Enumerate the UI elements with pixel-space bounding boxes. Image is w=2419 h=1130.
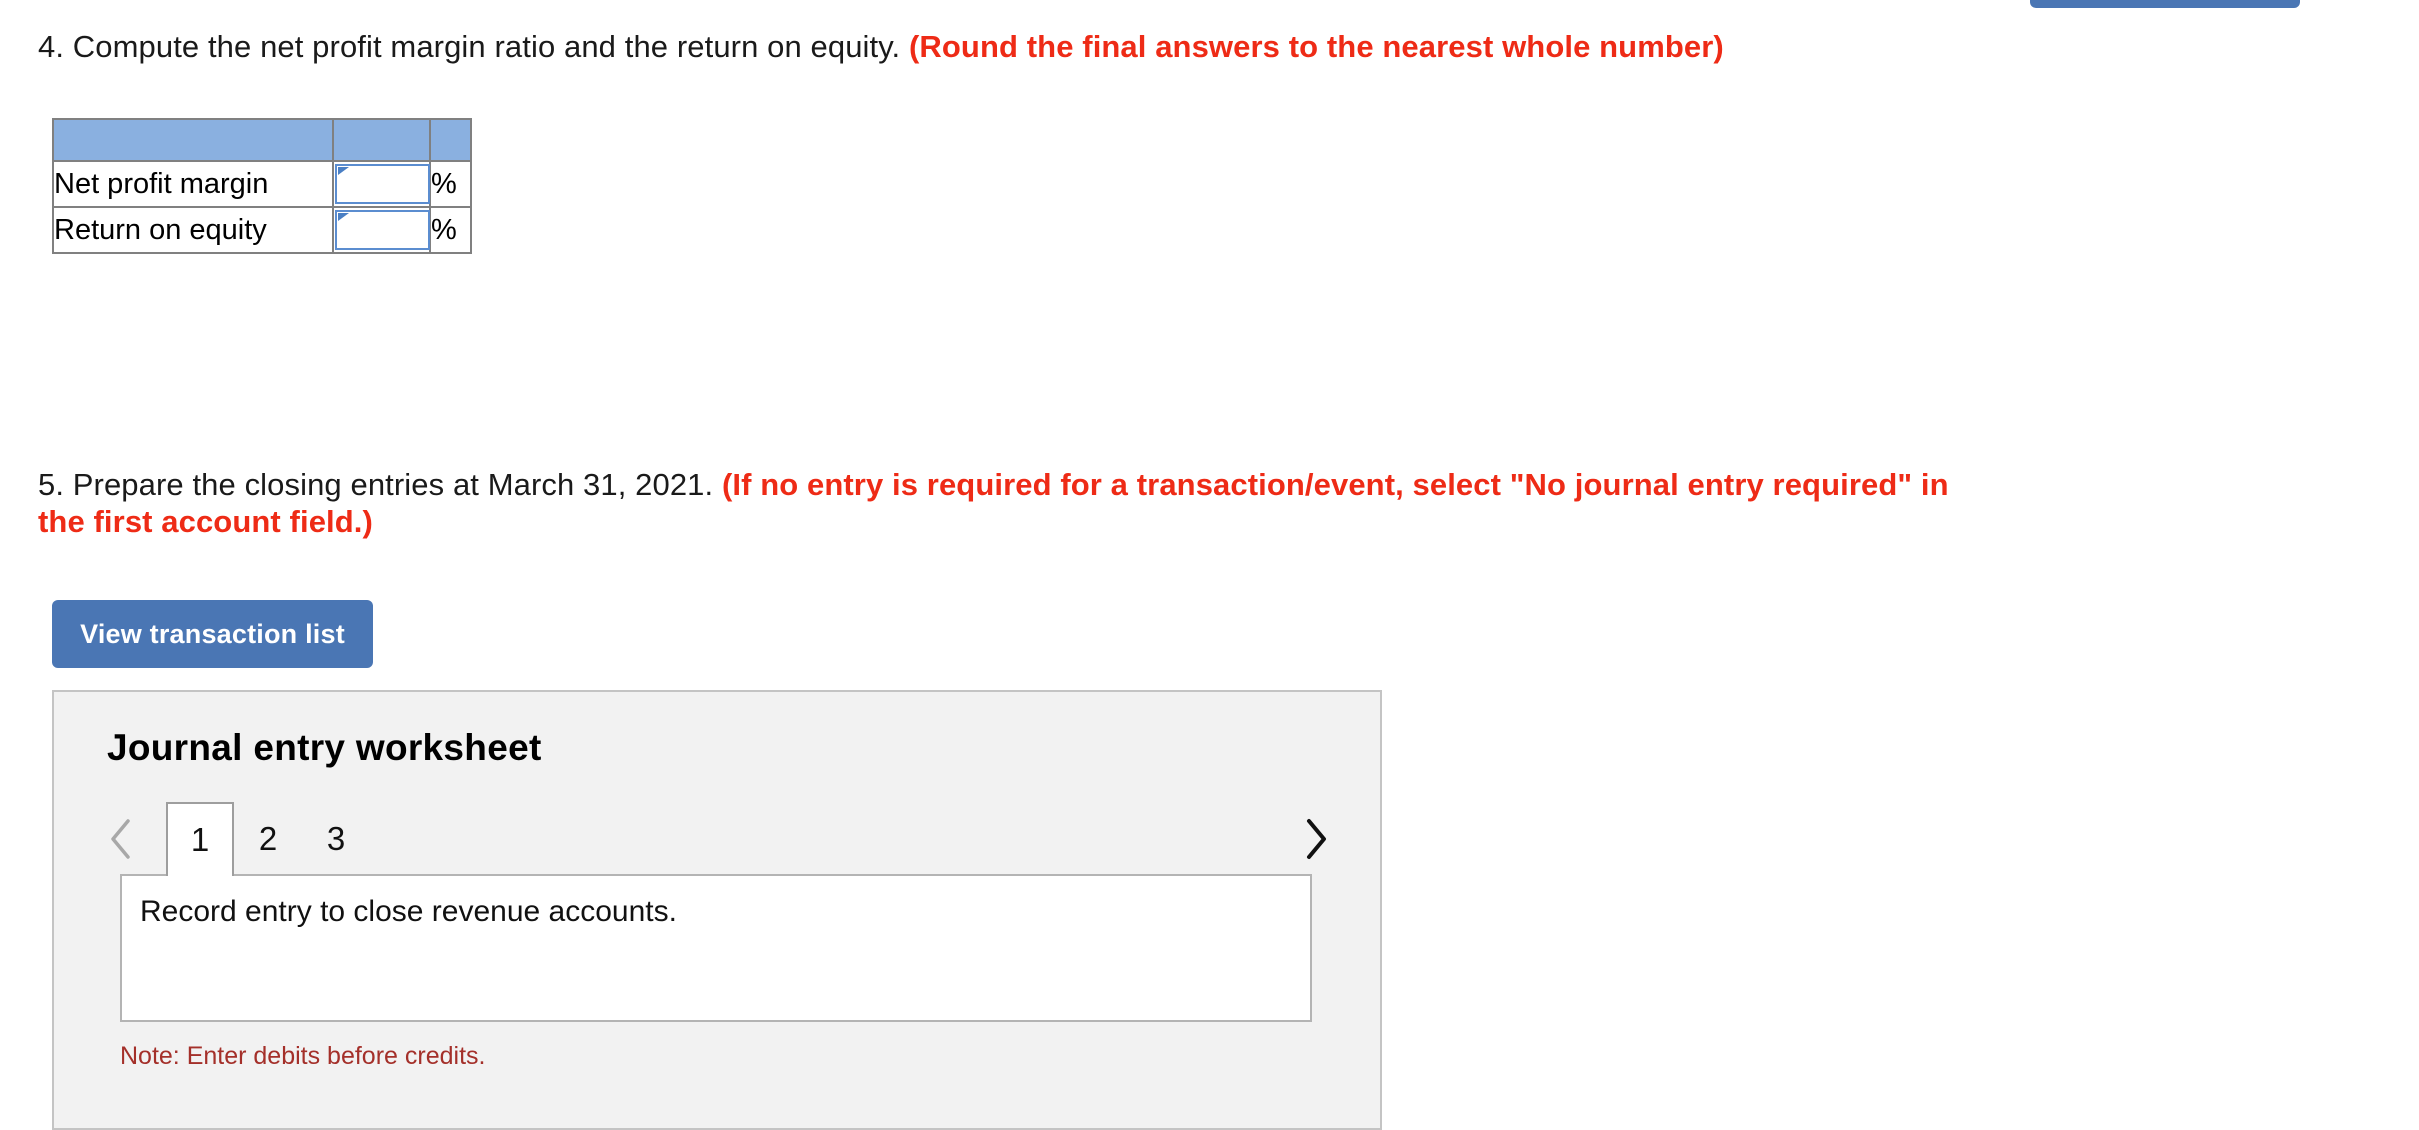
table-row: Return on equity % <box>52 206 472 254</box>
question-4-instruction: (Round the final answers to the nearest … <box>908 29 1724 64</box>
journal-entry-description: Record entry to close revenue accounts. <box>140 895 677 928</box>
view-transaction-list-button[interactable]: View transaction list <box>52 600 373 668</box>
net-profit-margin-input[interactable] <box>337 166 428 202</box>
unit-cell-return-on-equity: % <box>429 206 472 254</box>
worksheet-title: Journal entry worksheet <box>107 727 542 768</box>
table-header-row <box>52 118 472 162</box>
header-cell-unit <box>429 118 472 162</box>
row-label-net-profit-margin: Net profit margin <box>52 160 334 208</box>
worksheet-tab-strip: 1 2 3 <box>54 802 1380 876</box>
input-cell-return-on-equity[interactable] <box>332 206 431 254</box>
top-cut-off-button[interactable] <box>2030 0 2300 8</box>
question-5: 5. Prepare the closing entries at March … <box>38 466 1968 540</box>
tab-2[interactable]: 2 <box>234 802 302 876</box>
header-cell-value <box>332 118 431 162</box>
input-cell-net-profit-margin[interactable] <box>332 160 431 208</box>
question-4: 4. Compute the net profit margin ratio a… <box>38 28 2038 65</box>
question-4-text: 4. Compute the net profit margin ratio a… <box>38 29 901 64</box>
header-cell-label <box>52 118 334 162</box>
tab-1[interactable]: 1 <box>166 802 234 876</box>
debits-before-credits-note: Note: Enter debits before credits. <box>120 1042 486 1070</box>
chevron-right-icon[interactable] <box>1292 810 1338 868</box>
journal-entry-worksheet-panel: Journal entry worksheet 1 2 3 Record ent… <box>52 690 1382 1130</box>
row-label-return-on-equity: Return on equity <box>52 206 334 254</box>
journal-entry-description-box: Record entry to close revenue accounts. <box>120 874 1312 1022</box>
return-on-equity-input-wrapper[interactable] <box>335 210 430 250</box>
chevron-left-icon[interactable] <box>98 810 144 868</box>
net-profit-margin-input-wrapper[interactable] <box>335 164 430 204</box>
return-on-equity-input[interactable] <box>337 212 428 248</box>
table-row: Net profit margin % <box>52 160 472 208</box>
unit-cell-net-profit-margin: % <box>429 160 472 208</box>
tab-3[interactable]: 3 <box>302 802 370 876</box>
ratio-answer-table: Net profit margin % Return on equity % <box>52 118 472 254</box>
question-5-text: 5. Prepare the closing entries at March … <box>38 467 714 502</box>
